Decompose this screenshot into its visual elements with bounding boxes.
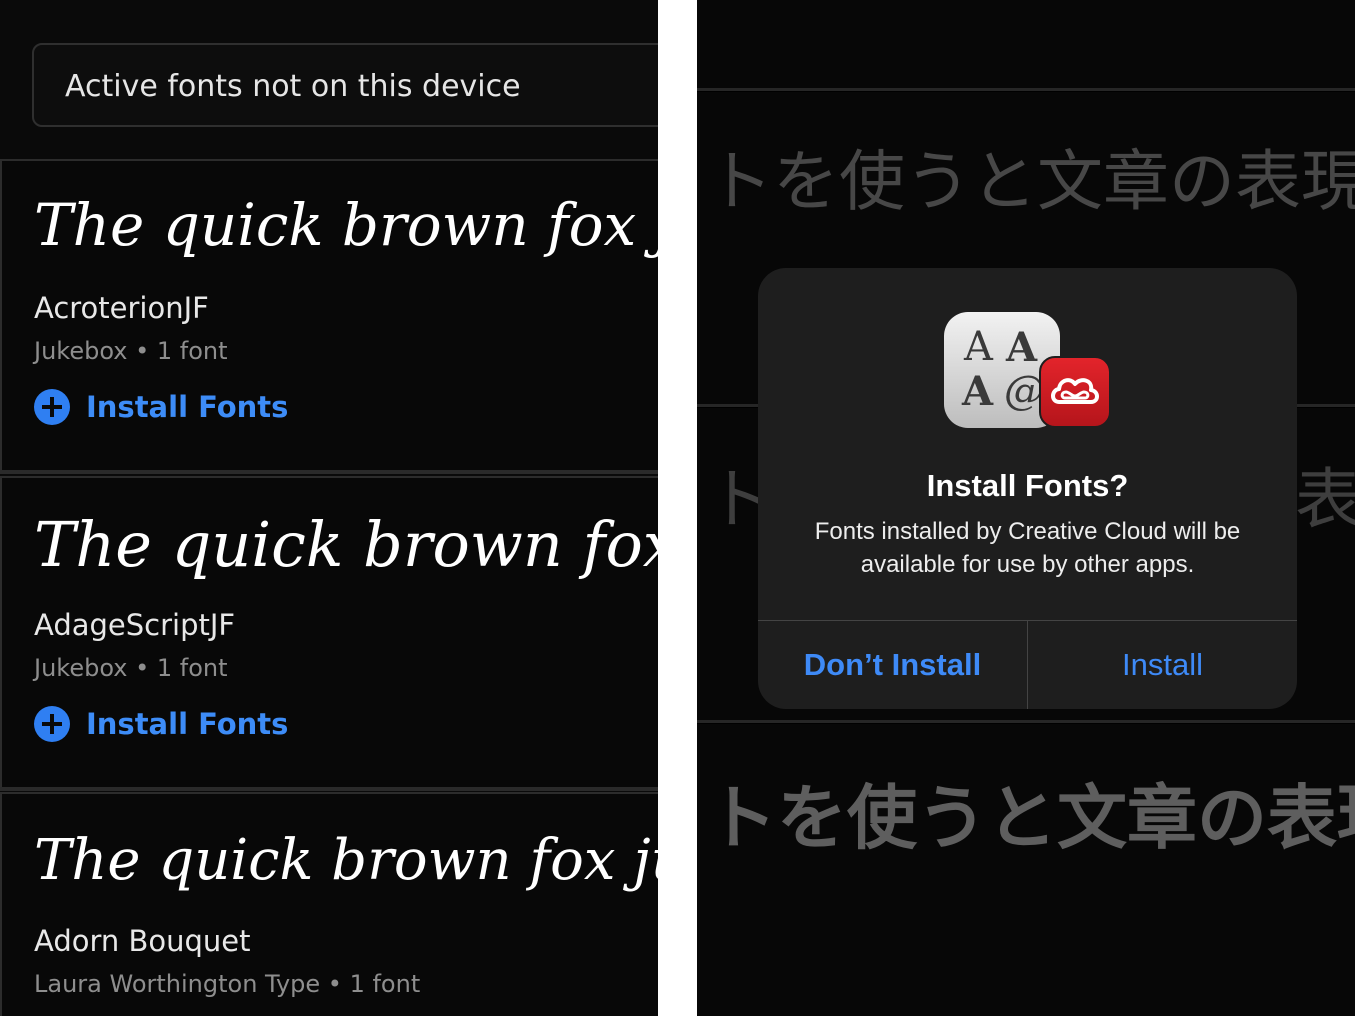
background-divider (697, 88, 1355, 91)
font-foundry-meta: Jukebox • 1 font (34, 654, 228, 682)
font-foundry-meta: Jukebox • 1 font (34, 337, 228, 365)
font-card-acroterion: The quick brown fox jumps over Acroterio… (0, 159, 658, 471)
filter-dropdown[interactable]: Active fonts not on this device (32, 43, 658, 127)
install-fonts-button[interactable]: Install Fonts (34, 387, 288, 427)
dont-install-button[interactable]: Don’t Install (758, 621, 1027, 709)
card-divider (0, 787, 658, 791)
filter-label: Active fonts not on this device (65, 69, 521, 104)
install-button[interactable]: Install (1028, 621, 1297, 709)
font-card-adorn-bouquet: The quick brown fox jumps over Adorn Bou… (0, 792, 658, 1016)
plus-circle-icon (34, 706, 70, 742)
icon-letter: @ (1004, 368, 1044, 414)
install-fonts-alert: A A A @ Install Fonts? Fonts installed b… (758, 268, 1297, 709)
font-sample-preview: The quick brown fox jumps over (34, 508, 658, 581)
icon-letter: A (964, 324, 993, 370)
icon-letter: A (1006, 324, 1038, 371)
japanese-sample-text: トを使うと文章の表現 (707, 777, 1355, 859)
font-list-panel: Active fonts not on this device The quic… (0, 0, 658, 1016)
japanese-sample-text: 表現 (1295, 461, 1355, 538)
font-family-name: Adorn Bouquet (34, 924, 251, 958)
alert-title: Install Fonts? (926, 468, 1129, 503)
font-foundry-meta: Laura Worthington Type • 1 font (34, 970, 421, 998)
background-divider (697, 720, 1355, 723)
background-row: トを使うと文章の表現 (697, 724, 1355, 1016)
japanese-sample-text: トを使うと文章の表現 (707, 143, 1355, 220)
font-family-name: AcroterionJF (34, 291, 209, 325)
install-fonts-label: Install Fonts (86, 707, 289, 741)
install-dialog-screen: トを使うと文章の表現 ト 表現 トを使うと文章の表現 A A A @ Insta… (697, 0, 1355, 1016)
background-row (697, 0, 1355, 88)
card-divider (0, 470, 658, 474)
alert-message: Fonts installed by Creative Cloud will b… (814, 518, 1241, 578)
install-fonts-button[interactable]: Install Fonts (34, 704, 288, 744)
font-sample-preview: The quick brown fox jumps over (34, 191, 658, 259)
icon-letter: A (962, 368, 994, 415)
plus-circle-icon (34, 389, 70, 425)
font-family-name: AdageScriptJF (34, 608, 236, 642)
font-sample-preview: The quick brown fox jumps over (34, 828, 658, 893)
creative-cloud-icon (1039, 356, 1111, 428)
install-fonts-label: Install Fonts (86, 390, 289, 424)
font-card-adagescript: The quick brown fox jumps over AdageScri… (0, 476, 658, 788)
